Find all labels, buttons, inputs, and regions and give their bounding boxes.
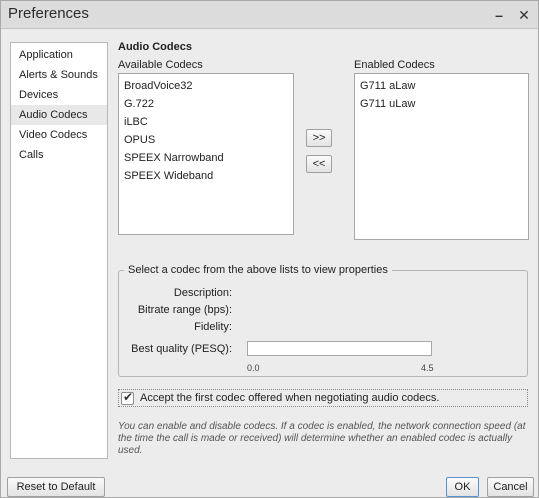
codec-help-note: You can enable and disable codecs. If a … bbox=[118, 421, 526, 456]
minimize-icon[interactable]: – bbox=[491, 7, 507, 23]
page-title: Audio Codecs bbox=[118, 41, 192, 53]
list-item[interactable]: BroadVoice32 bbox=[119, 77, 293, 95]
close-icon[interactable]: ✕ bbox=[516, 7, 532, 23]
checkmark-icon: ✔ bbox=[123, 390, 134, 404]
accept-first-codec-checkbox[interactable]: ✔ bbox=[121, 390, 134, 405]
properties-legend: Select a codec from the above lists to v… bbox=[124, 264, 392, 276]
codec-properties-group: Select a codec from the above lists to v… bbox=[118, 264, 528, 377]
enabled-codecs-list[interactable]: G711 aLaw G711 uLaw bbox=[354, 73, 529, 240]
quality-max-tick: 4.5 bbox=[421, 363, 434, 373]
fidelity-label: Fidelity: bbox=[194, 321, 232, 333]
ok-button[interactable]: OK bbox=[446, 477, 479, 497]
audio-codecs-panel: Audio Codecs Available Codecs BroadVoice… bbox=[118, 39, 533, 464]
reset-to-default-button[interactable]: Reset to Default bbox=[7, 477, 105, 497]
accept-first-codec-label: Accept the first codec offered when nego… bbox=[140, 392, 440, 404]
quality-min-tick: 0.0 bbox=[247, 363, 260, 373]
list-item[interactable]: G.722 bbox=[119, 95, 293, 113]
list-item[interactable]: iLBC bbox=[119, 113, 293, 131]
quality-bar bbox=[247, 341, 432, 356]
sidebar-item-devices[interactable]: Devices bbox=[11, 85, 107, 105]
sidebar-item-audio-codecs[interactable]: Audio Codecs bbox=[11, 105, 107, 125]
bitrate-label: Bitrate range (bps): bbox=[137, 304, 232, 316]
list-item[interactable]: OPUS bbox=[119, 131, 293, 149]
enabled-codecs-label: Enabled Codecs bbox=[354, 59, 435, 71]
list-item[interactable]: SPEEX Narrowband bbox=[119, 149, 293, 167]
add-codec-button[interactable]: >> bbox=[306, 129, 332, 147]
sidebar-item-application[interactable]: Application bbox=[11, 45, 107, 65]
available-codecs-label: Available Codecs bbox=[118, 59, 203, 71]
list-item[interactable]: G711 aLaw bbox=[355, 77, 528, 95]
window-title: Preferences bbox=[8, 5, 89, 22]
description-label: Description: bbox=[173, 287, 232, 299]
sidebar-item-calls[interactable]: Calls bbox=[11, 145, 107, 165]
remove-codec-button[interactable]: << bbox=[306, 155, 332, 173]
cancel-button[interactable]: Cancel bbox=[487, 477, 534, 497]
sidebar-item-alerts-sounds[interactable]: Alerts & Sounds bbox=[11, 65, 107, 85]
preferences-window: Preferences – ✕ Application Alerts & Sou… bbox=[0, 0, 539, 498]
available-codecs-list[interactable]: BroadVoice32 G.722 iLBC OPUS SPEEX Narro… bbox=[118, 73, 294, 235]
sidebar: Application Alerts & Sounds Devices Audi… bbox=[10, 42, 108, 459]
list-item[interactable]: G711 uLaw bbox=[355, 95, 528, 113]
title-bar[interactable]: Preferences – ✕ bbox=[1, 1, 538, 29]
accept-first-codec-row[interactable]: ✔ Accept the first codec offered when ne… bbox=[118, 389, 528, 407]
quality-label: Best quality (PESQ): bbox=[131, 343, 232, 355]
list-item[interactable]: SPEEX Wideband bbox=[119, 167, 293, 185]
sidebar-item-video-codecs[interactable]: Video Codecs bbox=[11, 125, 107, 145]
